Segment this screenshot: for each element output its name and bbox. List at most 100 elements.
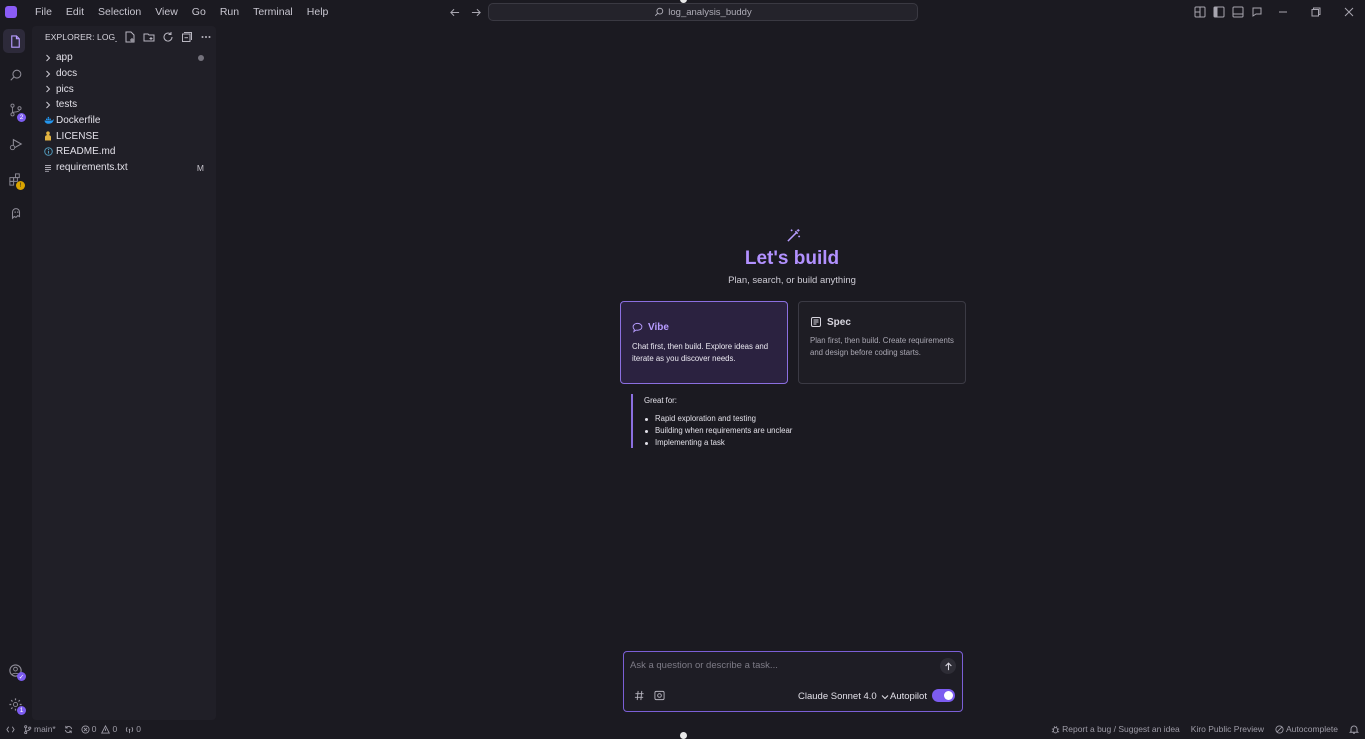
antenna-icon xyxy=(126,726,134,733)
ports-status[interactable]: 0 xyxy=(125,724,141,734)
title-bar: File Edit Selection View Go Run Terminal… xyxy=(0,0,1365,24)
settings-badge: 1 xyxy=(17,706,26,715)
new-folder-icon[interactable] xyxy=(140,28,158,46)
spec-mode-card[interactable]: Spec Plan first, then build. Create requ… xyxy=(798,301,966,384)
autocomplete-disabled-icon xyxy=(1275,724,1284,734)
menu-run[interactable]: Run xyxy=(213,0,246,24)
close-icon[interactable] xyxy=(1332,0,1365,24)
app-logo-icon xyxy=(5,6,17,18)
settings-gear-icon[interactable]: 1 xyxy=(0,689,31,719)
model-label: Claude Sonnet 4.0 xyxy=(798,691,877,702)
info-icon xyxy=(44,147,56,157)
explorer-icon[interactable] xyxy=(0,26,31,56)
kiro-ghost-icon[interactable] xyxy=(0,198,31,228)
command-center-search[interactable]: log_analysis_buddy xyxy=(488,3,918,21)
preview-label[interactable]: Kiro Public Preview xyxy=(1191,724,1264,734)
menu-terminal[interactable]: Terminal xyxy=(246,0,300,24)
license-person-icon xyxy=(44,131,56,141)
menu-file[interactable]: File xyxy=(28,0,59,24)
search-icon xyxy=(655,7,664,17)
spec-title: Spec xyxy=(827,316,851,328)
spec-description: Plan first, then build. Create requireme… xyxy=(810,336,954,357)
more-actions-icon[interactable] xyxy=(197,28,215,46)
autocomplete-status[interactable]: Autocomplete xyxy=(1275,724,1338,734)
search-icon[interactable] xyxy=(0,60,31,90)
menu-go[interactable]: Go xyxy=(185,0,213,24)
autocomplete-label: Autocomplete xyxy=(1286,724,1338,734)
tree-folder-pics[interactable]: pics xyxy=(32,81,216,97)
activity-bar: 2 ! ✓ 1 xyxy=(0,24,31,721)
error-icon xyxy=(81,724,90,734)
toggle-panel-icon[interactable] xyxy=(1228,0,1247,24)
vibe-title: Vibe xyxy=(648,322,669,333)
menu-edit[interactable]: Edit xyxy=(59,0,91,24)
modified-dot-icon xyxy=(198,54,204,61)
notifications-bell-icon[interactable] xyxy=(1349,724,1359,734)
tree-folder-tests[interactable]: tests xyxy=(32,97,216,113)
back-arrow-icon[interactable] xyxy=(446,4,462,20)
tree-file-readme[interactable]: README.md xyxy=(32,144,216,160)
autopilot-label: Autopilot xyxy=(890,691,927,702)
forward-arrow-icon[interactable] xyxy=(468,4,484,20)
ports-count: 0 xyxy=(136,724,141,734)
report-bug-link[interactable]: Report a bug / Suggest an idea xyxy=(1051,724,1180,734)
minimize-icon[interactable] xyxy=(1266,0,1299,24)
command-center-label: log_analysis_buddy xyxy=(668,6,752,18)
spec-document-icon xyxy=(811,317,821,327)
extensions-icon[interactable]: ! xyxy=(0,164,31,194)
chat-input[interactable]: Ask a question or describe a task... xyxy=(630,660,778,671)
kiro-welcome-panel: Let's build Plan, search, or build anyth… xyxy=(219,26,1365,720)
vibe-description: Chat first, then build. Explore ideas an… xyxy=(632,342,769,363)
tree-folder-docs[interactable]: docs xyxy=(32,66,216,82)
problems-status[interactable]: 0 0 xyxy=(81,724,117,734)
accounts-icon[interactable]: ✓ xyxy=(0,655,31,685)
tree-file-requirements[interactable]: requirements.txt M xyxy=(32,160,216,176)
new-file-icon[interactable] xyxy=(121,28,139,46)
chevron-right-icon xyxy=(44,101,56,109)
great-for-list: Great for: Rapid exploration and testing… xyxy=(631,394,792,448)
welcome-subtitle: Plan, search, or build anything xyxy=(728,275,856,286)
tree-item-label: Dockerfile xyxy=(56,115,101,127)
welcome-title: Let's build xyxy=(744,248,840,269)
chevron-right-icon xyxy=(44,54,56,62)
menu-selection[interactable]: Selection xyxy=(91,0,148,24)
explorer-title: EXPLORER: LOG_A... xyxy=(45,31,117,42)
hashtag-context-icon[interactable] xyxy=(633,689,645,701)
source-control-badge: 2 xyxy=(17,113,26,122)
report-bug-label: Report a bug / Suggest an idea xyxy=(1062,724,1180,734)
run-debug-icon[interactable] xyxy=(0,129,31,159)
model-selector[interactable]: Claude Sonnet 4.0 xyxy=(798,691,889,702)
collapse-all-icon[interactable] xyxy=(178,28,196,46)
vibe-mode-card[interactable]: Vibe Chat first, then build. Explore ide… xyxy=(620,301,788,384)
chat-toggle-icon[interactable] xyxy=(1247,0,1266,24)
remote-icon[interactable] xyxy=(6,725,15,734)
file-tree: app docs pics tests Dockerfile LICENSE R… xyxy=(32,50,216,176)
magic-wand-icon xyxy=(786,228,801,246)
tree-folder-app[interactable]: app xyxy=(32,50,216,66)
restore-icon[interactable] xyxy=(1299,0,1332,24)
warning-count: 0 xyxy=(112,724,118,734)
menu-help[interactable]: Help xyxy=(300,0,336,24)
sync-icon[interactable] xyxy=(64,725,73,734)
customize-layout-icon[interactable] xyxy=(1190,0,1209,24)
text-lines-icon xyxy=(44,164,56,172)
autopilot-toggle[interactable] xyxy=(932,689,955,702)
image-attach-icon[interactable] xyxy=(653,689,665,701)
git-modified-badge: M xyxy=(196,162,204,173)
bug-icon xyxy=(1052,725,1060,733)
tree-item-label: tests xyxy=(56,99,78,111)
send-arrow-icon[interactable] xyxy=(940,658,956,674)
chevron-right-icon xyxy=(44,70,56,78)
refresh-icon[interactable] xyxy=(159,28,177,46)
tree-file-license[interactable]: LICENSE xyxy=(32,128,216,144)
chat-input-box: Ask a question or describe a task... Cla… xyxy=(623,651,963,712)
branch-status[interactable]: main* xyxy=(23,724,56,734)
list-item: Implementing a task xyxy=(644,437,792,449)
source-control-icon[interactable]: 2 xyxy=(0,95,31,125)
toggle-sidebar-icon[interactable] xyxy=(1209,0,1228,24)
menu-view[interactable]: View xyxy=(148,0,185,24)
tree-file-dockerfile[interactable]: Dockerfile xyxy=(32,113,216,129)
branch-label: main* xyxy=(34,724,56,734)
warning-icon xyxy=(101,724,111,734)
screen-edge-marker xyxy=(680,732,687,739)
